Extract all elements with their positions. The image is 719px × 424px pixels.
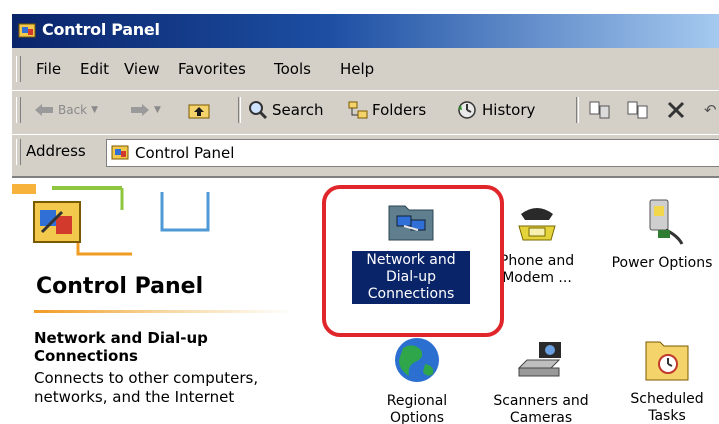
- menu-edit[interactable]: Edit: [80, 60, 109, 78]
- menu-tools[interactable]: Tools: [274, 60, 311, 78]
- menu-view[interactable]: View: [124, 60, 160, 78]
- icon-regional-options[interactable]: Regional Options: [370, 336, 464, 424]
- power-plug-icon: [649, 199, 684, 245]
- folders-label: Folders: [372, 101, 427, 119]
- undo-button[interactable]: ↶: [704, 97, 717, 123]
- history-icon: [458, 101, 476, 119]
- scanner-camera-icon: [517, 342, 561, 377]
- address-field[interactable]: Control Panel: [106, 139, 719, 167]
- icon-label: Phone and Modem ...: [499, 253, 575, 286]
- icon-scanners-cameras[interactable]: Scanners and Cameras: [486, 334, 596, 424]
- undo-icon: ↶: [704, 101, 717, 119]
- back-arrow-icon: [35, 104, 53, 116]
- copy-to-icon: [627, 101, 648, 119]
- history-button[interactable]: History: [456, 97, 535, 123]
- heading-underline: [34, 310, 294, 313]
- menu-favorites[interactable]: Favorites: [178, 60, 246, 78]
- red-highlight-callout: [322, 185, 504, 337]
- forward-dropdown-icon: ▼: [154, 105, 161, 115]
- menu-file[interactable]: File: [36, 60, 61, 78]
- icon-phone-modem[interactable]: Phone and Modem ...: [496, 196, 578, 287]
- address-grip[interactable]: [16, 139, 21, 165]
- move-to-button[interactable]: [588, 97, 612, 123]
- move-to-icon: [589, 101, 610, 119]
- standard-toolbar: Back ▼ ▼ Search Folders History ↶: [12, 90, 719, 129]
- search-button[interactable]: Search: [248, 97, 324, 123]
- forward-button[interactable]: ▼: [130, 97, 161, 123]
- menu-grip[interactable]: [16, 56, 21, 82]
- scheduled-tasks-folder-icon: [645, 341, 689, 381]
- delete-button[interactable]: [666, 97, 686, 123]
- up-button[interactable]: [188, 97, 210, 123]
- telephone-icon: [518, 208, 556, 241]
- menu-help[interactable]: Help: [340, 60, 374, 78]
- back-button[interactable]: Back ▼: [34, 97, 98, 123]
- address-value: Control Panel: [135, 144, 235, 162]
- folder-view: Control Panel Network and Dial-up Connec…: [12, 176, 719, 424]
- selected-item-title: Network and Dial-up Connections: [34, 329, 208, 365]
- delete-icon: [667, 101, 685, 119]
- control-panel-small-icon: [111, 145, 129, 160]
- icon-label: Scanners and Cameras: [493, 393, 589, 424]
- folders-button[interactable]: Folders: [348, 97, 426, 123]
- icon-label: Scheduled Tasks: [630, 391, 704, 424]
- folder-up-icon: [188, 104, 210, 119]
- document-top-strip: [0, 0, 719, 14]
- menu-bar: File Edit View Favorites Tools Help: [12, 52, 719, 86]
- toolbar-separator-2: [576, 97, 579, 123]
- copy-to-button[interactable]: [626, 97, 650, 123]
- panel-heading: Control Panel: [36, 274, 204, 299]
- control-panel-large-icon: [33, 201, 81, 243]
- toolbar-separator: [238, 97, 241, 123]
- control-panel-window: Control Panel File Edit View Favorites T…: [10, 14, 719, 424]
- address-bar: Address Control Panel: [12, 134, 719, 169]
- window-title: Control Panel: [42, 20, 160, 39]
- search-icon: [249, 101, 268, 120]
- icon-label: Regional Options: [386, 393, 448, 424]
- icon-scheduled-tasks[interactable]: Scheduled Tasks: [622, 336, 712, 424]
- title-bar[interactable]: Control Panel: [12, 14, 719, 48]
- folders-icon: [348, 101, 368, 119]
- history-label: History: [482, 101, 536, 119]
- page-margin: [0, 14, 10, 424]
- back-label: Back: [58, 103, 88, 117]
- globe-icon: [395, 338, 439, 382]
- search-label: Search: [272, 101, 324, 119]
- address-label: Address: [26, 142, 86, 160]
- selected-item-description: Connects to other computers, networks, a…: [34, 369, 259, 406]
- control-panel-icon: [18, 23, 36, 38]
- back-dropdown-icon: ▼: [91, 105, 99, 115]
- icon-label: Power Options: [611, 255, 713, 271]
- forward-arrow-icon: [131, 104, 149, 116]
- toolbar-grip[interactable]: [16, 97, 21, 123]
- icon-power-options[interactable]: Power Options: [602, 196, 719, 272]
